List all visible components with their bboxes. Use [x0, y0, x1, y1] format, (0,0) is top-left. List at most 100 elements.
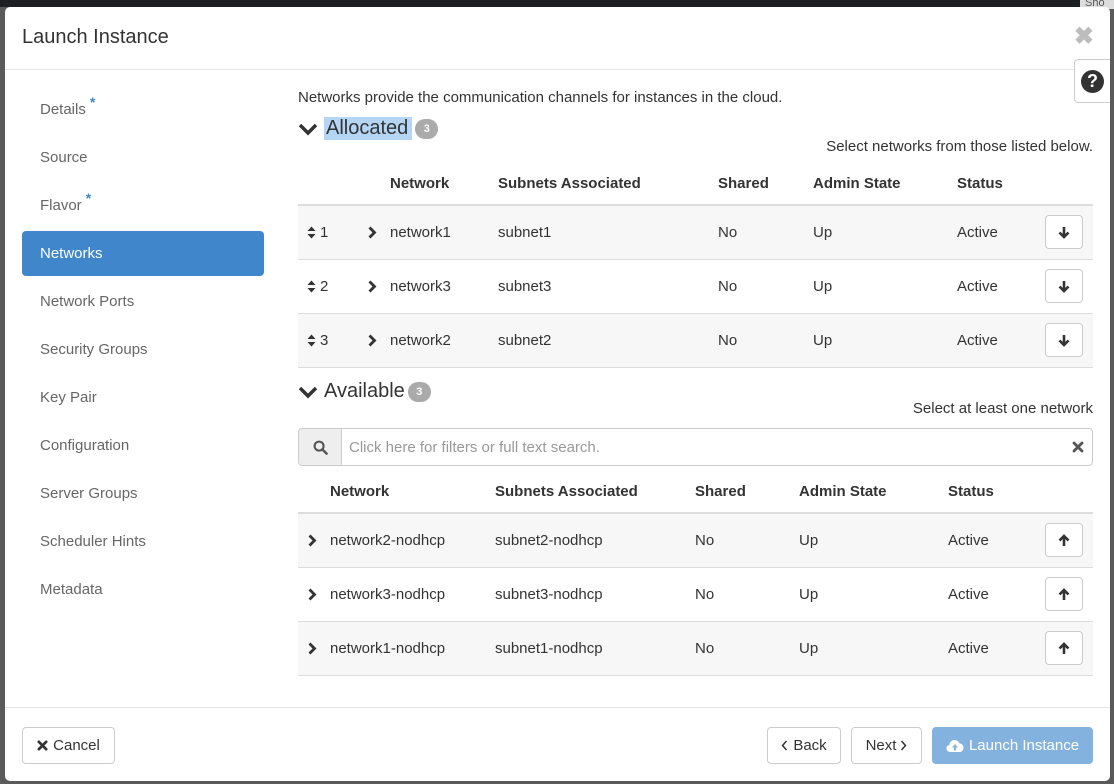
shared-value: No: [695, 567, 799, 622]
expand-cell: [298, 513, 330, 568]
chevron-right-icon[interactable]: [368, 280, 377, 293]
chevron-right-icon: [900, 740, 907, 751]
shared-value: No: [695, 621, 799, 676]
admin-state-value: Up: [799, 513, 948, 568]
question-circle-icon: ?: [1081, 69, 1104, 93]
column-header-status[interactable]: Status: [948, 471, 1045, 514]
available-title: Available: [324, 380, 405, 402]
arrow-up-icon: [1058, 641, 1070, 654]
sidebar-item-source[interactable]: Source: [22, 135, 264, 180]
allocated-table: Network Subnets Associated Shared Admin …: [298, 163, 1093, 368]
arrow-up-icon: [1058, 587, 1070, 600]
modal-footer: Cancel Back Next Launch Instance: [5, 707, 1110, 781]
column-header-network[interactable]: Network: [390, 163, 498, 206]
cancel-label: Cancel: [53, 737, 100, 754]
network-name: network3: [390, 259, 498, 314]
admin-state-value: Up: [799, 567, 948, 622]
available-header-row: Network Subnets Associated Shared Admin …: [298, 471, 1093, 514]
available-row: network1-nodhcp subnet1-nodhcp No Up Active: [298, 621, 1093, 676]
sidebar-item-label: Details: [40, 101, 86, 118]
allocated-title: Allocated: [324, 117, 413, 140]
sidebar-item-scheduler-hints[interactable]: Scheduler Hints: [22, 519, 264, 564]
available-search-bar: [298, 428, 1093, 466]
arrow-up-icon: [1058, 533, 1070, 546]
clear-search-icon[interactable]: [1064, 441, 1092, 453]
sidebar-item-label: Metadata: [40, 581, 103, 598]
subnets-associated: subnet2-nodhcp: [495, 513, 695, 568]
network-name: network1-nodhcp: [330, 621, 495, 676]
sort-handle-icon[interactable]: [307, 280, 316, 293]
column-header-admin-state[interactable]: Admin State: [799, 471, 948, 514]
allocated-section-toggle[interactable]: Allocated 3: [298, 117, 439, 140]
deallocate-button[interactable]: [1045, 215, 1083, 250]
order-cell: 3: [298, 313, 356, 368]
column-header-shared[interactable]: Shared: [718, 163, 813, 206]
sort-handle-icon[interactable]: [307, 334, 316, 347]
column-header-shared[interactable]: Shared: [695, 471, 799, 514]
launch-instance-modal: Launch Instance ✖ ? Details * Source Flavor…: [5, 7, 1110, 781]
column-header-status[interactable]: Status: [957, 163, 1045, 206]
back-button[interactable]: Back: [767, 727, 841, 764]
arrow-down-icon: [1058, 334, 1070, 347]
sidebar-item-configuration[interactable]: Configuration: [22, 423, 264, 468]
launch-instance-button[interactable]: Launch Instance: [932, 727, 1093, 764]
backdrop-topbar: [0, 0, 1114, 7]
chevron-right-icon[interactable]: [368, 226, 377, 239]
next-label: Next: [865, 737, 897, 754]
action-cell: [1045, 313, 1093, 368]
subnets-associated: subnet3-nodhcp: [495, 567, 695, 622]
allocate-button[interactable]: [1045, 631, 1083, 665]
sidebar-item-label: Networks: [40, 245, 103, 262]
available-section-toggle[interactable]: Available 3: [298, 380, 431, 403]
shared-value: No: [718, 259, 813, 314]
action-cell: [1045, 621, 1093, 676]
subnets-associated: subnet2: [498, 313, 718, 368]
chevron-down-icon: [298, 386, 318, 398]
available-row: network2-nodhcp subnet2-nodhcp No Up Active: [298, 513, 1093, 568]
sidebar-item-label: Security Groups: [40, 341, 148, 358]
sidebar-item-details[interactable]: Details *: [22, 87, 264, 132]
chevron-left-icon: [781, 740, 788, 751]
allocate-button[interactable]: [1045, 523, 1083, 558]
shared-value: No: [695, 513, 799, 568]
allocate-button[interactable]: [1045, 577, 1083, 611]
column-header-network[interactable]: Network: [330, 471, 495, 514]
allocated-count-badge: 3: [415, 118, 439, 139]
close-icon[interactable]: ✖: [1074, 22, 1094, 51]
cloud-upload-icon: [946, 739, 964, 753]
column-header-admin-state[interactable]: Admin State: [813, 163, 957, 206]
expand-cell: [298, 567, 330, 622]
network-name: network2-nodhcp: [330, 513, 495, 568]
sidebar-item-label: Source: [40, 149, 88, 166]
sidebar-item-metadata[interactable]: Metadata: [22, 567, 264, 612]
column-header-subnets[interactable]: Subnets Associated: [495, 471, 695, 514]
cancel-button[interactable]: Cancel: [22, 727, 115, 764]
chevron-right-icon[interactable]: [308, 534, 317, 547]
available-hint: Select at least one network: [912, 400, 1093, 417]
expand-cell: [356, 259, 390, 314]
next-button[interactable]: Next: [851, 727, 922, 764]
status-value: Active: [957, 259, 1045, 314]
deallocate-button[interactable]: [1045, 323, 1083, 357]
sort-handle-icon[interactable]: [307, 226, 316, 239]
chevron-right-icon[interactable]: [368, 334, 377, 347]
sidebar-item-label: Key Pair: [40, 389, 97, 406]
sidebar-item-network-ports[interactable]: Network Ports: [22, 279, 264, 324]
order-number: 2: [320, 277, 329, 295]
shared-value: No: [718, 313, 813, 368]
close-icon: [37, 740, 48, 751]
sidebar-item-networks[interactable]: Networks: [22, 231, 264, 276]
search-input[interactable]: [342, 430, 1064, 464]
sidebar-item-key-pair[interactable]: Key Pair: [22, 375, 264, 420]
admin-state-value: Up: [799, 621, 948, 676]
sidebar-item-label: Configuration: [40, 437, 130, 454]
column-header-subnets[interactable]: Subnets Associated: [498, 163, 718, 206]
chevron-right-icon[interactable]: [308, 588, 317, 601]
deallocate-button[interactable]: [1045, 269, 1083, 303]
help-button[interactable]: ?: [1074, 59, 1110, 103]
sidebar-item-security-groups[interactable]: Security Groups: [22, 327, 264, 372]
sidebar-item-flavor[interactable]: Flavor *: [22, 183, 264, 228]
arrow-down-icon: [1058, 280, 1070, 293]
chevron-right-icon[interactable]: [308, 642, 317, 655]
sidebar-item-server-groups[interactable]: Server Groups: [22, 471, 264, 516]
